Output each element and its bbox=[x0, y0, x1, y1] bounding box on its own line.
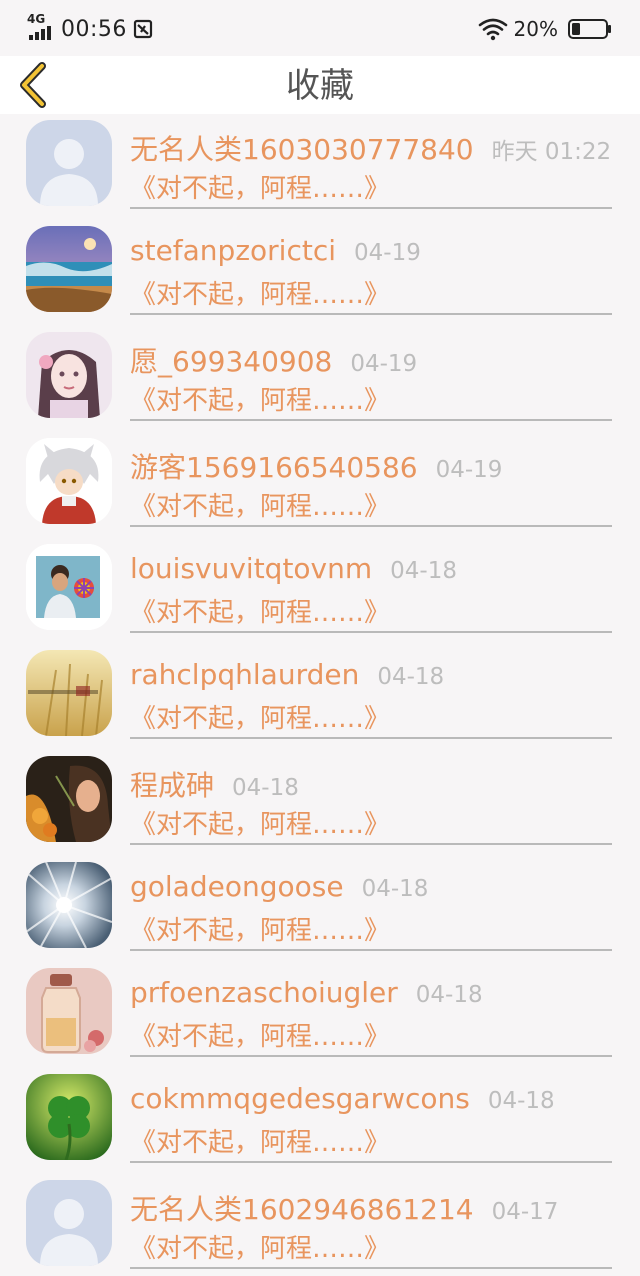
username[interactable]: 游客1569166540586 bbox=[130, 446, 418, 486]
row-divider bbox=[130, 1267, 612, 1269]
story-title[interactable]: 《对不起，阿程……》 bbox=[130, 380, 390, 417]
row-divider bbox=[130, 949, 612, 951]
username[interactable]: cokmmqgedesgarwcons bbox=[130, 1082, 470, 1115]
story-title[interactable]: 《对不起，阿程……》 bbox=[130, 1122, 390, 1159]
favorite-item[interactable]: 无名人类1603030777840 昨天 01:22 《对不起，阿程……》 bbox=[0, 114, 640, 220]
battery-icon bbox=[568, 19, 611, 39]
battery-percent: 20% bbox=[513, 17, 558, 41]
favorite-date: 04-18 bbox=[487, 1088, 555, 1114]
story-title[interactable]: 《对不起，阿程……》 bbox=[130, 486, 390, 523]
favorite-date: 04-18 bbox=[377, 664, 445, 690]
man-photo-avatar[interactable] bbox=[26, 544, 112, 630]
username[interactable]: rahclpqhlaurden bbox=[130, 658, 359, 691]
story-title[interactable]: 《对不起，阿程……》 bbox=[130, 804, 390, 841]
username[interactable]: prfoenzaschoiugler bbox=[130, 976, 398, 1009]
username[interactable]: 无名人类1602946861214 bbox=[130, 1188, 474, 1228]
anime-girl-avatar[interactable] bbox=[26, 332, 112, 418]
default-avatar[interactable] bbox=[26, 1180, 112, 1266]
story-title[interactable]: 《对不起，阿程……》 bbox=[130, 168, 390, 205]
favorite-item[interactable]: rahclpqhlaurden 04-18 《对不起，阿程……》 bbox=[0, 644, 640, 750]
default-avatar[interactable] bbox=[26, 120, 112, 206]
story-title[interactable]: 《对不起，阿程……》 bbox=[130, 274, 390, 311]
row-divider bbox=[130, 1055, 612, 1057]
username[interactable]: 程成砷 bbox=[130, 764, 214, 804]
wifi-icon bbox=[478, 18, 507, 41]
username[interactable]: 无名人类1603030777840 bbox=[130, 128, 474, 168]
seascape-avatar[interactable] bbox=[26, 226, 112, 312]
username[interactable]: 愿_699340908 bbox=[130, 340, 332, 380]
row-divider bbox=[130, 631, 612, 633]
row-divider bbox=[130, 737, 612, 739]
favorite-item[interactable]: 游客1569166540586 04-19 《对不起，阿程……》 bbox=[0, 432, 640, 538]
status-left: 4G 00:56 bbox=[27, 12, 153, 45]
status-right: 20% bbox=[478, 13, 612, 45]
username[interactable]: louisvuvitqtovnm bbox=[130, 552, 372, 585]
clover-avatar[interactable] bbox=[26, 1074, 112, 1160]
favorite-item[interactable]: louisvuvitqtovnm 04-18 《对不起，阿程……》 bbox=[0, 538, 640, 644]
favorite-item[interactable]: 无名人类1602946861214 04-17 《对不起，阿程……》 bbox=[0, 1174, 640, 1276]
wheat-field-avatar[interactable] bbox=[26, 650, 112, 736]
sunburst-avatar[interactable] bbox=[26, 862, 112, 948]
story-title[interactable]: 《对不起，阿程……》 bbox=[130, 910, 390, 947]
row-divider bbox=[130, 419, 612, 421]
row-divider bbox=[130, 313, 612, 315]
favorite-date: 04-19 bbox=[350, 351, 418, 377]
row-divider bbox=[130, 525, 612, 527]
username[interactable]: goladeongoose bbox=[130, 870, 344, 903]
favorite-date: 04-17 bbox=[491, 1199, 559, 1225]
favorite-date: 04-18 bbox=[415, 982, 483, 1008]
row-divider bbox=[130, 1161, 612, 1163]
favorite-date: 04-18 bbox=[390, 558, 457, 584]
favorite-date: 昨天 01:22 bbox=[491, 139, 612, 165]
favorite-date: 04-18 bbox=[232, 775, 299, 801]
sim-alert-icon bbox=[133, 19, 153, 39]
story-title[interactable]: 《对不起，阿程……》 bbox=[130, 698, 390, 735]
header-bar: 收藏 bbox=[0, 56, 640, 114]
network-type: 4G bbox=[27, 12, 46, 26]
glass-bottle-avatar[interactable] bbox=[26, 968, 112, 1054]
status-time: 00:56 bbox=[61, 16, 127, 42]
inuyasha-avatar[interactable] bbox=[26, 438, 112, 524]
woman-portrait-avatar[interactable] bbox=[26, 756, 112, 842]
favorite-item[interactable]: prfoenzaschoiugler 04-18 《对不起，阿程……》 bbox=[0, 962, 640, 1068]
favorite-date: 04-19 bbox=[354, 240, 421, 266]
favorite-item[interactable]: 愿_699340908 04-19 《对不起，阿程……》 bbox=[0, 326, 640, 432]
favorite-date: 04-18 bbox=[361, 876, 429, 902]
favorite-item[interactable]: goladeongoose 04-18 《对不起，阿程……》 bbox=[0, 856, 640, 962]
story-title[interactable]: 《对不起，阿程……》 bbox=[130, 592, 390, 629]
favorite-date: 04-19 bbox=[435, 457, 503, 483]
favorite-item[interactable]: cokmmqgedesgarwcons 04-18 《对不起，阿程……》 bbox=[0, 1068, 640, 1174]
favorite-item[interactable]: stefanpzorictci 04-19 《对不起，阿程……》 bbox=[0, 220, 640, 326]
favorite-item[interactable]: 程成砷 04-18 《对不起，阿程……》 bbox=[0, 750, 640, 856]
story-title[interactable]: 《对不起，阿程……》 bbox=[130, 1228, 390, 1265]
page-title: 收藏 bbox=[286, 66, 354, 106]
row-divider bbox=[130, 207, 612, 209]
username[interactable]: stefanpzorictci bbox=[130, 234, 336, 267]
cellular-signal-icon: 4G bbox=[27, 12, 57, 44]
status-bar: 4G 00:56 20% bbox=[0, 0, 640, 56]
row-divider bbox=[130, 843, 612, 845]
favorites-list: 无名人类1603030777840 昨天 01:22 《对不起，阿程……》 st… bbox=[0, 114, 640, 1276]
story-title[interactable]: 《对不起，阿程……》 bbox=[130, 1016, 390, 1053]
